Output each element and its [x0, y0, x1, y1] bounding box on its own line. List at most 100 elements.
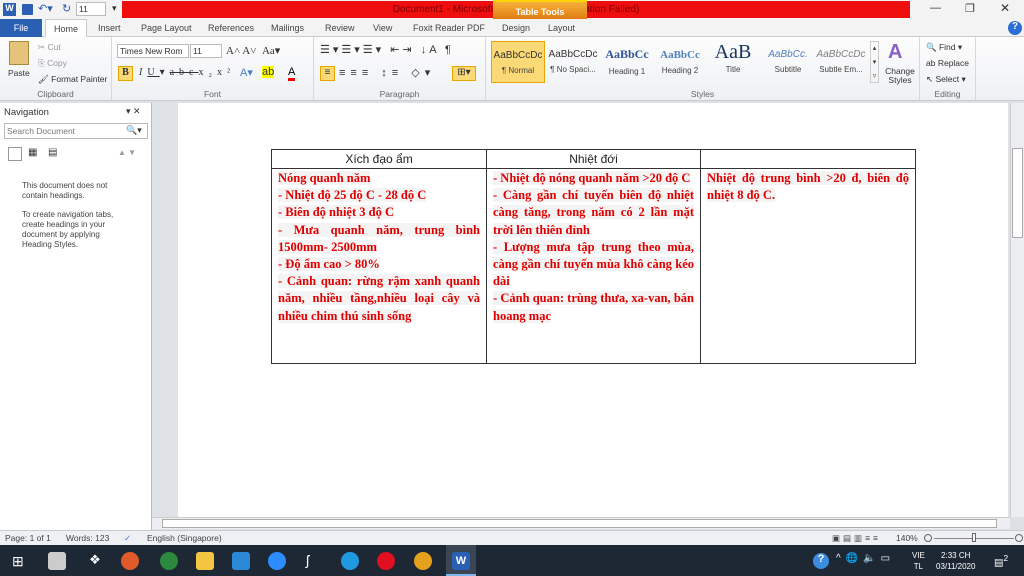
- results-tab-icon[interactable]: ▤: [48, 147, 62, 161]
- zoom-app-icon[interactable]: [268, 552, 286, 570]
- tab-foxit[interactable]: Foxit Reader PDF: [413, 19, 485, 37]
- view-buttons[interactable]: ▣▤▥≡≡: [832, 531, 881, 545]
- notifications-icon[interactable]: ▤2: [994, 553, 1008, 568]
- clock[interactable]: 2:33 CH 03/11/2020: [936, 550, 975, 572]
- text-effects-icon[interactable]: A▾: [240, 66, 253, 79]
- tab-mailings[interactable]: Mailings: [271, 19, 304, 37]
- tab-view[interactable]: View: [373, 19, 392, 37]
- page-count[interactable]: Page: 1 of 1: [5, 531, 51, 545]
- nav-prev-next[interactable]: ▲ ▼: [118, 148, 136, 157]
- tab-home[interactable]: Home: [45, 19, 87, 38]
- borders-button[interactable]: ⊞▾: [452, 66, 476, 81]
- font-group: Times New Rom 11 A˄ A˅ Aa▾ B IU▾abcx₂x² …: [112, 37, 314, 101]
- minimize-button[interactable]: —: [930, 2, 941, 14]
- replace-button[interactable]: ab Replace: [926, 58, 969, 68]
- scroll-thumb[interactable]: [1012, 148, 1023, 238]
- save-icon[interactable]: [22, 4, 33, 15]
- headings-tab-icon[interactable]: [8, 147, 22, 161]
- mail-icon[interactable]: [232, 552, 250, 570]
- nav-options-icon[interactable]: ▾ ✕: [126, 106, 141, 117]
- paste-button[interactable]: Paste: [8, 68, 30, 78]
- word-logo-icon: W: [3, 3, 16, 16]
- style-subtitle[interactable]: AaBbCc. Subtitle: [761, 41, 815, 83]
- font-name-select[interactable]: Times New Rom: [117, 44, 189, 58]
- tab-review[interactable]: Review: [325, 19, 355, 37]
- copy-button[interactable]: ⎘ Copy: [38, 58, 67, 69]
- start-button[interactable]: ⊞: [12, 553, 24, 570]
- search-icon[interactable]: 🔍▾: [126, 125, 142, 136]
- undo-icon[interactable]: ↶▾: [38, 2, 53, 15]
- style-heading-1[interactable]: AaBbCc Heading 1: [600, 41, 654, 83]
- table-cell-3[interactable]: Nhiệt độ trung bình >20 đ, biên độ nhiệt…: [700, 168, 916, 364]
- select-button[interactable]: ↖ Select ▾: [926, 74, 966, 85]
- font-size-select[interactable]: 11: [190, 44, 222, 58]
- font-label: Font: [203, 89, 221, 99]
- style-normal[interactable]: AaBbCcDc ¶ Normal: [491, 41, 545, 83]
- paragraph-group: ☰▾☰▾☰▾ ⇤⇥ ↓A ¶ ≡ ≡≡≡ ↕≡ ◇▾ ⊞▾ Paragraph: [314, 37, 486, 101]
- zoom-level[interactable]: 140%: [896, 531, 918, 545]
- change-styles-icon[interactable]: A: [888, 41, 902, 64]
- app-icon[interactable]: [121, 552, 139, 570]
- editing-group: 🔍 Find ▾ ab Replace ↖ Select ▾ Editing: [920, 37, 976, 101]
- app-icon[interactable]: [160, 552, 178, 570]
- content-table[interactable]: Xích đạo ẩm Nhiệt đới Nóng quanh năm - Nh…: [271, 149, 916, 364]
- align-left-button[interactable]: ≡: [320, 66, 335, 81]
- font-color-icon[interactable]: A: [288, 66, 296, 81]
- language[interactable]: English (Singapore): [147, 531, 222, 545]
- help-tray-icon[interactable]: ?: [813, 553, 829, 569]
- cell-line: - Biên độ nhiệt 3 độ C: [278, 205, 394, 220]
- tab-page-layout[interactable]: Page Layout: [141, 19, 192, 37]
- style-subtle-emphasis[interactable]: AaBbCcDc Subtle Em...: [814, 41, 868, 83]
- find-button[interactable]: 🔍 Find ▾: [926, 42, 962, 53]
- format-painter-button[interactable]: 🖌 Format Painter: [38, 74, 107, 85]
- redo-icon[interactable]: ↻: [62, 2, 71, 15]
- highlight-icon[interactable]: ab: [262, 66, 275, 78]
- input-language[interactable]: VIE TL: [912, 550, 925, 572]
- style-title[interactable]: AaB Title: [706, 41, 760, 83]
- customize-qat-icon[interactable]: ▾: [112, 3, 117, 14]
- close-button[interactable]: ✕: [1000, 1, 1010, 15]
- app-icon[interactable]: [48, 552, 66, 570]
- cut-button[interactable]: ✂ Cut: [38, 42, 61, 53]
- bold-button[interactable]: B: [118, 66, 133, 81]
- tab-file[interactable]: File: [0, 19, 42, 37]
- style-no-spacing[interactable]: AaBbCcDc ¶ No Spaci...: [546, 41, 600, 83]
- font-format-buttons[interactable]: IU▾abcx₂x²: [139, 67, 235, 78]
- horizontal-scrollbar[interactable]: [152, 517, 1010, 529]
- help-icon[interactable]: ?: [1008, 21, 1022, 35]
- cell-line: Nhiệt độ trung bình >20 đ, biên độ nhiệt…: [707, 171, 909, 203]
- paste-icon[interactable]: [9, 41, 29, 65]
- restore-button[interactable]: ❐: [965, 2, 975, 15]
- tab-design[interactable]: Design: [502, 19, 530, 37]
- editing-label: Editing: [934, 89, 961, 99]
- chrome-icon[interactable]: [414, 552, 432, 570]
- vertical-scrollbar[interactable]: [1010, 103, 1024, 517]
- word-taskbar-button[interactable]: W: [446, 545, 476, 576]
- cell-line: - Cảnh quan: rừng rậm xanh quanh năm, nh…: [278, 274, 480, 323]
- edge-icon[interactable]: [341, 552, 359, 570]
- file-explorer-icon[interactable]: [196, 552, 214, 570]
- no-headings-message: This document does not contain headings.: [22, 181, 108, 200]
- styles-scroll[interactable]: ▴ ▾ ▿: [870, 41, 879, 83]
- tab-insert[interactable]: Insert: [98, 19, 121, 37]
- change-styles-button[interactable]: Change Styles: [884, 67, 916, 85]
- table-cell-nhiet-doi[interactable]: - Nhiệt độ nóng quanh năm >20 độ C - Càng…: [486, 168, 701, 364]
- styles-label: Styles: [690, 89, 715, 99]
- list-buttons[interactable]: ☰▾☰▾☰▾ ⇤⇥ ↓A ¶: [320, 43, 454, 56]
- word-count[interactable]: Words: 123: [66, 531, 109, 545]
- proofing-icon[interactable]: ✓: [124, 531, 131, 545]
- align-buttons[interactable]: ≡≡≡ ↕≡ ◇▾: [339, 66, 435, 79]
- tray-icons[interactable]: ^🌐🔈▭: [836, 553, 895, 564]
- opera-icon[interactable]: [377, 552, 395, 570]
- qat-font-size[interactable]: 11: [76, 2, 106, 16]
- tab-layout[interactable]: Layout: [548, 19, 575, 37]
- table-cell-xich-dao[interactable]: Nóng quanh năm - Nhiệt độ 25 độ C - 28 độ…: [271, 168, 487, 364]
- dropbox-icon[interactable]: ❖: [86, 552, 104, 570]
- pages-tab-icon[interactable]: ▦: [28, 147, 42, 161]
- hscroll-thumb[interactable]: [162, 519, 997, 528]
- tab-references[interactable]: References: [208, 19, 254, 37]
- style-heading-2[interactable]: AaBbCc Heading 2: [653, 41, 707, 83]
- grow-font-icon[interactable]: A˄ A˅ Aa▾: [226, 44, 280, 57]
- app-icon[interactable]: ʃ: [306, 552, 324, 570]
- zoom-slider[interactable]: [924, 533, 1024, 542]
